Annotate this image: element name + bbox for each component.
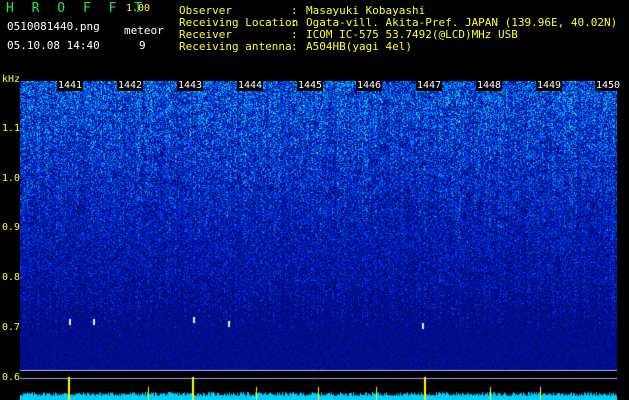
time-tick-label: 1441 bbox=[57, 80, 84, 91]
info-value-antenna: A504HB(yagi 4el) bbox=[306, 40, 412, 53]
y-tick-label: 1.0 bbox=[2, 173, 21, 184]
signal-strength-bar bbox=[20, 371, 617, 400]
time-tick-label: 1447 bbox=[416, 80, 443, 91]
time-tick-label: 1442 bbox=[117, 80, 144, 91]
time-tick-label: 1448 bbox=[476, 80, 503, 91]
meteor-count: 9 bbox=[139, 39, 146, 52]
time-tick-label: 1445 bbox=[297, 80, 324, 91]
time-tick-label: 1449 bbox=[536, 80, 563, 91]
y-tick-label: 0.7 bbox=[2, 322, 21, 333]
spectrogram-waterfall bbox=[20, 81, 617, 371]
info-label-antenna: Receiving antenna bbox=[179, 40, 292, 53]
info-separator: : bbox=[291, 40, 298, 53]
time-tick-label: 1446 bbox=[356, 80, 383, 91]
time-tick-label: 1444 bbox=[237, 80, 264, 91]
y-tick-label: 0.6 bbox=[2, 372, 21, 383]
observation-datetime: 05.10.08 14:40 bbox=[7, 39, 100, 52]
meteor-label: meteor bbox=[124, 24, 164, 37]
file-name: 0510081440.png bbox=[7, 20, 100, 33]
y-tick-label: 0.8 bbox=[2, 272, 21, 283]
app-version: 1.00 bbox=[126, 3, 151, 14]
y-tick-label: 1.1 bbox=[2, 123, 21, 134]
time-tick-label: 1443 bbox=[177, 80, 204, 91]
y-tick-label: 0.9 bbox=[2, 222, 21, 233]
time-tick-label: 1450 bbox=[595, 80, 622, 91]
frequency-unit-label: kHz bbox=[2, 74, 21, 85]
